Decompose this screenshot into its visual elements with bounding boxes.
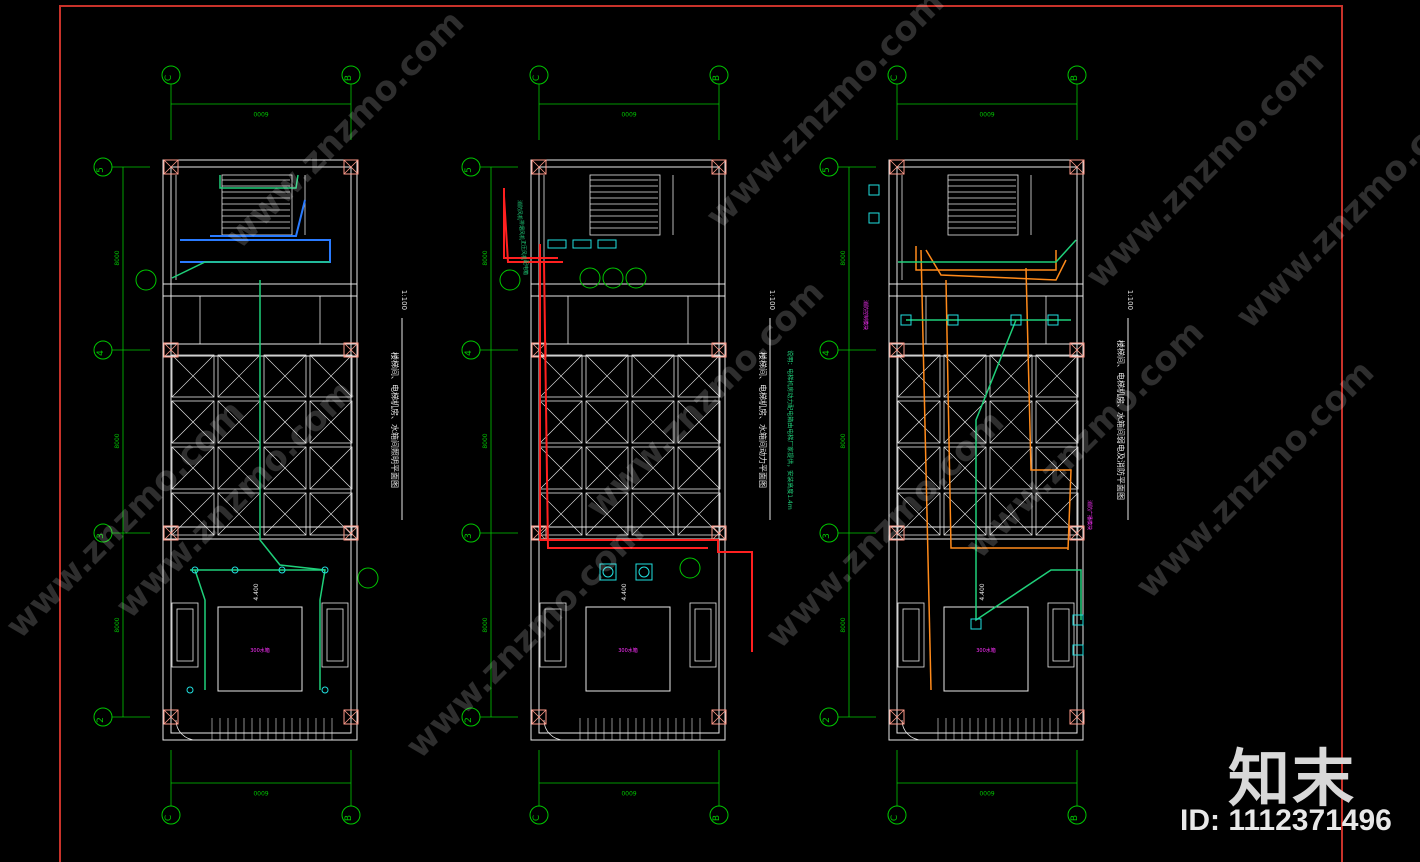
axis-label: B: [1070, 75, 1080, 81]
elevation-label: 4.400: [253, 583, 260, 600]
dimension-label: 8000: [482, 250, 489, 265]
elevation-label: 4.400: [979, 583, 986, 600]
row-label: 3: [822, 533, 832, 539]
watermark-id: ID: 1112371496: [1180, 804, 1392, 837]
dimension-label: 6000: [979, 789, 994, 796]
plan-title: 楼梯间、电梯机房、水箱间照明平面图: [390, 352, 400, 488]
axis-label: C: [532, 75, 542, 81]
device-label: 消防广播模块: [1086, 500, 1093, 530]
row-label: 5: [822, 167, 832, 173]
dimension-label: 8000: [840, 433, 847, 448]
axis-label: B: [712, 815, 722, 821]
dimension-label: 8000: [482, 617, 489, 632]
row-label: 4: [464, 350, 474, 356]
dimension-label: 8000: [114, 250, 121, 265]
axis-label: B: [344, 75, 354, 81]
dimension-label: 8000: [840, 617, 847, 632]
device-label: 排烟风机: [518, 220, 525, 240]
row-label: 5: [96, 167, 106, 173]
dimension-label: 6000: [979, 110, 994, 117]
row-label: 4: [96, 350, 106, 356]
dimension-label: 8000: [840, 250, 847, 265]
dimension-label: 8000: [482, 433, 489, 448]
tank-label: 300水箱: [976, 647, 996, 654]
axis-label: C: [164, 75, 174, 81]
plan-note: 说明：电梯机房动力配电箱由电梯厂家提供，安装高度1.4m: [786, 350, 794, 510]
plan-scale: 1:100: [400, 290, 408, 310]
axis-label: C: [890, 815, 900, 821]
tank-label: 300水箱: [618, 647, 638, 654]
device-label: 消防控制模块: [862, 300, 869, 330]
axis-label: C: [890, 75, 900, 81]
plan-scale: 1:100: [1126, 290, 1134, 310]
dimension-label: 6000: [253, 789, 268, 796]
dimension-label: 6000: [621, 110, 636, 117]
row-label: 2: [96, 717, 106, 723]
row-label: 2: [822, 717, 832, 723]
device-label: 正压风机: [520, 240, 527, 260]
row-label: 3: [464, 533, 474, 539]
cad-drawing: C B C B 6000 6000 5 4 3 2 8000 8000 8000 300水箱 4.400 楼梯…: [0, 0, 1420, 862]
dimension-label: 8000: [114, 617, 121, 632]
axis-label: B: [712, 75, 722, 81]
row-label: 5: [464, 167, 474, 173]
dimension-label: 8000: [114, 433, 121, 448]
dimension-label: 6000: [253, 110, 268, 117]
device-label: 配电箱: [522, 260, 529, 275]
axis-label: B: [1070, 815, 1080, 821]
device-label: 消防风机: [516, 200, 523, 220]
axis-label: B: [344, 815, 354, 821]
tank-label: 300水箱: [250, 647, 270, 654]
dimension-label: 6000: [621, 789, 636, 796]
axis-label: C: [164, 815, 174, 821]
row-label: 4: [822, 350, 832, 356]
elevation-label: 4.400: [621, 583, 628, 600]
axis-label: C: [532, 815, 542, 821]
